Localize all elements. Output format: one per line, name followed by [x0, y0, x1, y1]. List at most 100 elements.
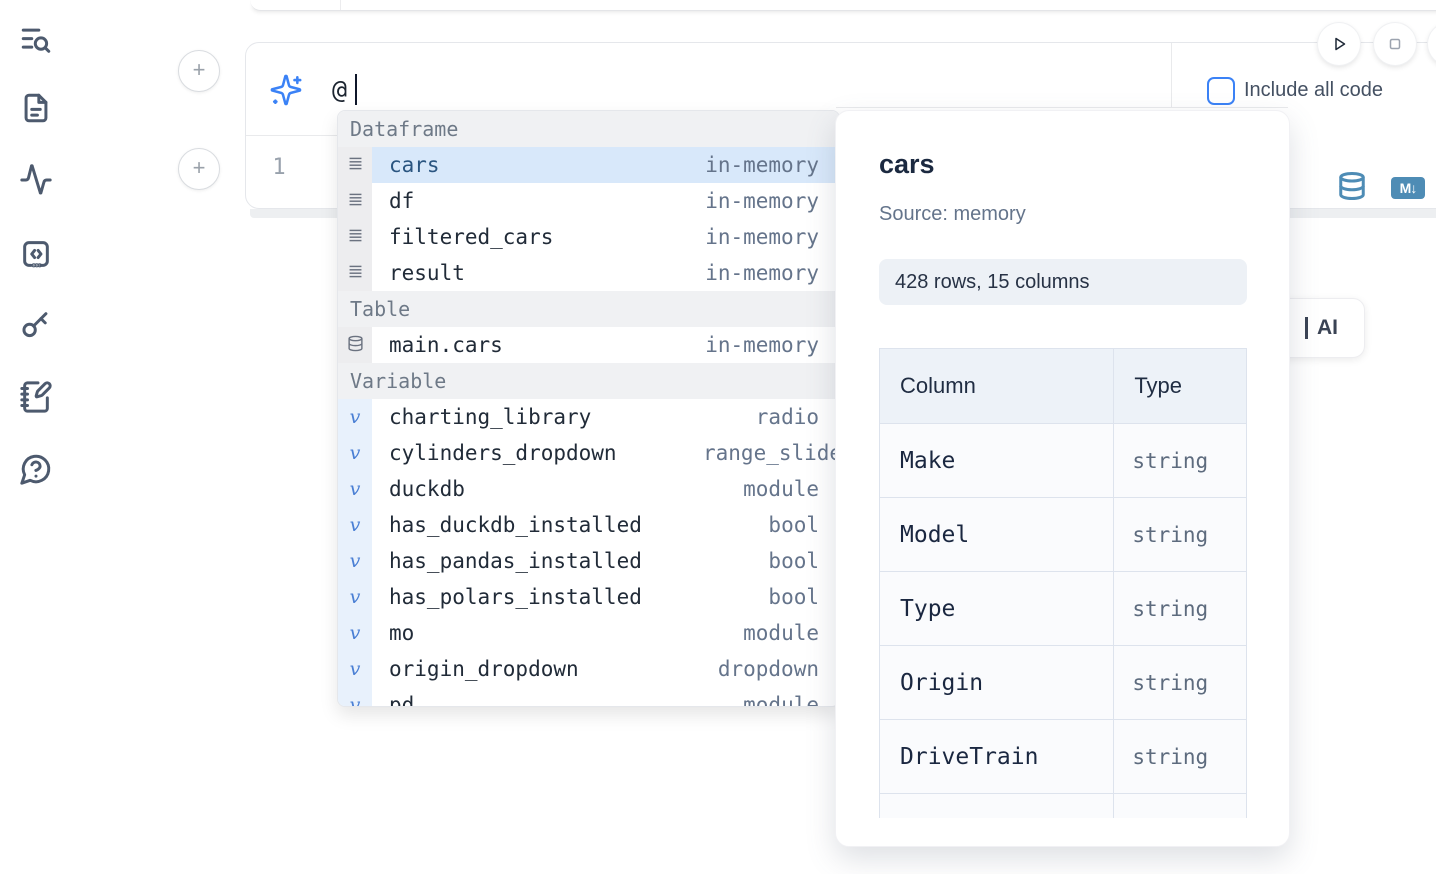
completion-item-detail: range_slider	[703, 435, 840, 471]
completion-item[interactable]: df in-memory	[338, 183, 839, 219]
completion-item-icon: v	[338, 507, 372, 543]
completion-item[interactable]: v charting_library radio	[338, 399, 839, 435]
list-search-icon[interactable]	[19, 23, 53, 57]
completion-item[interactable]: v origin_dropdown dropdown	[338, 651, 839, 687]
snippets-icon[interactable]	[19, 237, 53, 271]
completion-item-name: cars	[389, 153, 440, 177]
completion-item-name: df	[389, 189, 414, 213]
completion-item-icon	[338, 183, 372, 219]
include-all-code-checkbox[interactable]	[1207, 77, 1235, 105]
completion-item-detail: in-memory	[705, 261, 819, 285]
stop-icon	[1383, 32, 1407, 56]
schema-cell-type: string	[1114, 720, 1247, 794]
schema-cell-type: string	[1114, 498, 1247, 572]
schema-row-partial	[880, 794, 1247, 819]
completion-item[interactable]: v mo module	[338, 615, 839, 651]
schema-table-wrap: Column Type Make string Model string Typ…	[879, 348, 1247, 818]
completion-item[interactable]: cars in-memory	[338, 147, 839, 183]
completion-item-name: has_polars_installed	[389, 585, 642, 609]
completion-item-icon	[338, 255, 372, 291]
add-cell-button-top[interactable]: +	[178, 50, 220, 92]
preview-source: Source: memory	[879, 203, 1026, 226]
completion-item-detail: in-memory	[705, 153, 819, 177]
completion-item[interactable]: main.cars in-memory	[338, 327, 839, 363]
completion-item-name: charting_library	[389, 405, 591, 429]
completion-item[interactable]: filtered_cars in-memory	[338, 219, 839, 255]
run-cell-button[interactable]	[1318, 23, 1360, 65]
completion-item-name: has_duckdb_installed	[389, 513, 642, 537]
completion-item-icon: v	[338, 543, 372, 579]
completion-item-icon: v	[338, 399, 372, 435]
completion-item-detail: in-memory	[705, 225, 819, 249]
schema-cell-column: DriveTrain	[880, 720, 1114, 794]
completion-item-icon	[338, 219, 372, 255]
divider	[246, 135, 338, 136]
convert-to-markdown-button[interactable]: M↓	[1391, 177, 1425, 199]
completion-item[interactable]: result in-memory	[338, 255, 839, 291]
completion-item-icon: v	[338, 579, 372, 615]
schema-header-row: Column Type	[880, 349, 1247, 424]
completion-item[interactable]: v pd module	[338, 687, 839, 707]
divider	[1171, 43, 1172, 107]
completion-item-detail: bool	[768, 585, 819, 609]
schema-cell-type	[1114, 794, 1247, 819]
schema-cell-column	[880, 794, 1114, 819]
ai-button-label: AI	[1305, 317, 1338, 339]
completion-section-header: Variable	[338, 363, 839, 399]
activity-icon[interactable]	[19, 163, 53, 197]
completion-item-detail: bool	[768, 549, 819, 573]
completion-item[interactable]: v cylinders_dropdown range_slider	[338, 435, 839, 471]
schema-cell-column: Make	[880, 424, 1114, 498]
completion-item-name: mo	[389, 621, 414, 645]
preview-title: cars	[879, 149, 935, 180]
notebook-pen-icon[interactable]	[19, 380, 53, 414]
include-all-code-label[interactable]: Include all code	[1244, 79, 1383, 102]
schema-cell-type: string	[1114, 646, 1247, 720]
completion-item-detail: bool	[768, 513, 819, 537]
schema-cell-column: Model	[880, 498, 1114, 572]
schema-cell-column: Type	[880, 572, 1114, 646]
completion-section-header: Table	[338, 291, 839, 327]
stop-cell-button[interactable]	[1374, 23, 1416, 65]
completion-item-name: filtered_cars	[389, 225, 553, 249]
completion-item-detail: in-memory	[705, 189, 819, 213]
schema-cell-type: string	[1114, 424, 1247, 498]
ai-prompt-input[interactable]: @	[332, 75, 347, 105]
schema-body: Make string Model string Type string Ori…	[880, 424, 1247, 819]
completion-item[interactable]: v duckdb module	[338, 471, 839, 507]
completion-item[interactable]: v has_polars_installed bool	[338, 579, 839, 615]
completion-item-name: duckdb	[389, 477, 465, 501]
schema-table: Column Type Make string Model string Typ…	[879, 348, 1247, 818]
completion-popup: Dataframe cars in-memory df in-memory fi…	[337, 110, 840, 707]
key-icon[interactable]	[19, 308, 53, 342]
schema-cell-column: Origin	[880, 646, 1114, 720]
schema-cell-type: string	[1114, 572, 1247, 646]
completion-item-icon: v	[338, 435, 372, 471]
text-caret	[355, 74, 357, 105]
completion-item[interactable]: v has_pandas_installed bool	[338, 543, 839, 579]
completion-list: Dataframe cars in-memory df in-memory fi…	[338, 111, 839, 707]
completion-item-name: origin_dropdown	[389, 657, 579, 681]
schema-row: DriveTrain string	[880, 720, 1247, 794]
completion-item-icon: v	[338, 471, 372, 507]
completion-item-name: main.cars	[389, 333, 503, 357]
add-cell-button-bottom[interactable]: +	[178, 148, 220, 190]
marimo-notebook: v + + @ 1 Include all code	[0, 0, 1436, 874]
completion-item-detail: module	[743, 477, 819, 501]
sparkles-icon	[269, 73, 303, 107]
completion-item-name: pd	[389, 693, 414, 707]
play-icon	[1327, 32, 1351, 56]
file-icon[interactable]	[19, 91, 53, 125]
preview-shape-badge: 428 rows, 15 columns	[879, 259, 1247, 305]
completion-item-icon: v	[338, 687, 372, 707]
completion-item-detail: dropdown	[718, 657, 819, 681]
completion-item-icon: v	[338, 651, 372, 687]
convert-to-sql-button[interactable]	[1337, 171, 1367, 201]
help-circle-icon[interactable]	[19, 452, 53, 486]
divider	[836, 107, 1288, 108]
completion-item-detail: radio	[756, 405, 819, 429]
completion-item-name: result	[389, 261, 465, 285]
completion-section-header: Dataframe	[338, 111, 839, 147]
dataframe-preview-panel: cars Source: memory 428 rows, 15 columns…	[835, 110, 1290, 847]
completion-item[interactable]: v has_duckdb_installed bool	[338, 507, 839, 543]
